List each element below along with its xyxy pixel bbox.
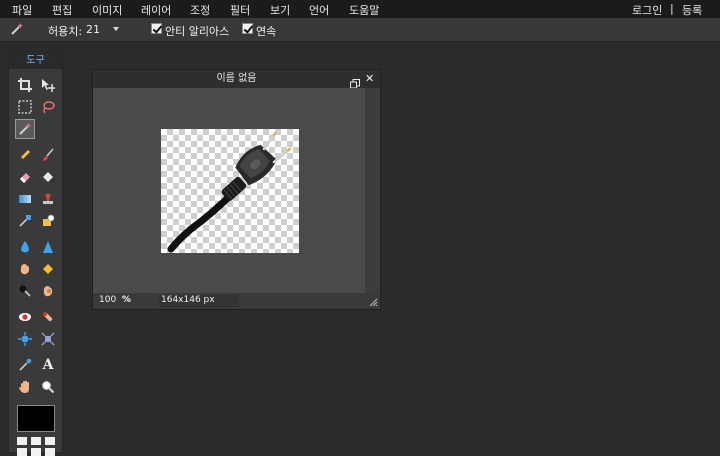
paint-bucket-icon[interactable] — [38, 167, 58, 187]
zoom-unit: % — [122, 295, 132, 305]
palette-swatch[interactable] — [45, 437, 55, 445]
menu-help[interactable]: 도움말 — [349, 2, 379, 18]
tools-title: 도구 — [9, 52, 62, 69]
register-link[interactable]: 등록 — [682, 2, 702, 18]
menu-edit[interactable]: 편집 — [52, 2, 72, 18]
login-link[interactable]: 로그인 — [632, 2, 662, 18]
spot-heal-icon[interactable] — [38, 307, 58, 327]
magic-wand-tool-icon[interactable] — [15, 119, 35, 139]
zoom-icon[interactable] — [38, 377, 58, 397]
document-window: 이름 없음 ✕ 100 % 164x146 px — [92, 69, 381, 310]
image-dimensions: 164x146 px — [159, 295, 239, 307]
palette-swatch[interactable] — [31, 448, 41, 456]
magic-wand-icon — [9, 22, 23, 36]
clone-stamp-icon[interactable] — [38, 189, 58, 209]
move-icon[interactable] — [38, 75, 58, 95]
status-bar: 100 % 164x146 px — [93, 293, 380, 309]
antialias-checkbox[interactable] — [151, 23, 162, 34]
tolerance-dropdown-icon[interactable] — [113, 27, 119, 31]
blur-icon[interactable] — [15, 237, 35, 257]
tolerance-value[interactable]: 21 — [86, 23, 100, 36]
restore-icon[interactable] — [350, 74, 360, 89]
menu-view[interactable]: 보기 — [270, 2, 290, 18]
menu-separator: | — [670, 2, 674, 15]
bloat-icon[interactable] — [15, 329, 35, 349]
lasso-icon[interactable] — [38, 97, 58, 117]
tools-panel: 도구 A — [8, 51, 63, 456]
color-picker-icon[interactable] — [15, 355, 35, 375]
smudge-icon[interactable] — [15, 259, 35, 279]
menu-layer[interactable]: 레이어 — [141, 2, 171, 18]
power-plug-image — [167, 131, 292, 253]
document-title[interactable]: 이름 없음 — [93, 70, 380, 88]
menu-file[interactable]: 파일 — [12, 2, 32, 18]
marquee-icon[interactable] — [15, 97, 35, 117]
drawing-icon[interactable] — [38, 211, 58, 231]
options-bar: 허용치: 21 안티 알리아스 연속 — [0, 18, 720, 42]
red-eye-icon[interactable] — [15, 307, 35, 327]
menu-language[interactable]: 언어 — [309, 2, 329, 18]
tolerance-label: 허용치: — [48, 25, 83, 38]
palette-swatch[interactable] — [17, 448, 27, 456]
eraser-icon[interactable] — [15, 167, 35, 187]
close-icon[interactable]: ✕ — [365, 72, 374, 85]
canvas-image[interactable] — [161, 129, 299, 253]
brush-icon[interactable] — [38, 145, 58, 165]
menu-image[interactable]: 이미지 — [92, 2, 122, 18]
menu-adjust[interactable]: 조정 — [190, 2, 210, 18]
foreground-color-swatch[interactable] — [17, 405, 55, 432]
contiguous-checkbox[interactable] — [242, 23, 253, 34]
palette-swatch[interactable] — [17, 437, 27, 445]
sponge-icon[interactable] — [38, 259, 58, 279]
menu-bar: 파일 편집 이미지 레이어 조정 필터 보기 언어 도움말 로그인 | 등록 — [0, 0, 720, 18]
canvas-area[interactable] — [93, 88, 365, 293]
type-glyph: A — [42, 357, 54, 373]
palette-swatch[interactable] — [45, 448, 55, 456]
type-icon[interactable]: A — [38, 355, 58, 375]
menu-filter[interactable]: 필터 — [230, 2, 250, 18]
hand-icon[interactable] — [15, 377, 35, 397]
resize-handle-icon[interactable] — [368, 297, 378, 307]
color-replace-icon[interactable] — [15, 211, 35, 231]
contiguous-label: 연속 — [256, 25, 277, 38]
zoom-level[interactable]: 100 — [99, 295, 116, 305]
pinch-icon[interactable] — [38, 329, 58, 349]
gradient-icon[interactable] — [15, 189, 35, 209]
antialias-label: 안티 알리아스 — [165, 25, 230, 38]
palette-swatch[interactable] — [31, 437, 41, 445]
vertical-scrollbar[interactable] — [365, 88, 380, 293]
pencil-icon[interactable] — [15, 145, 35, 165]
sharpen-icon[interactable] — [38, 237, 58, 257]
burn-icon[interactable] — [38, 281, 58, 301]
crop-icon[interactable] — [15, 75, 35, 95]
dodge-icon[interactable] — [15, 281, 35, 301]
